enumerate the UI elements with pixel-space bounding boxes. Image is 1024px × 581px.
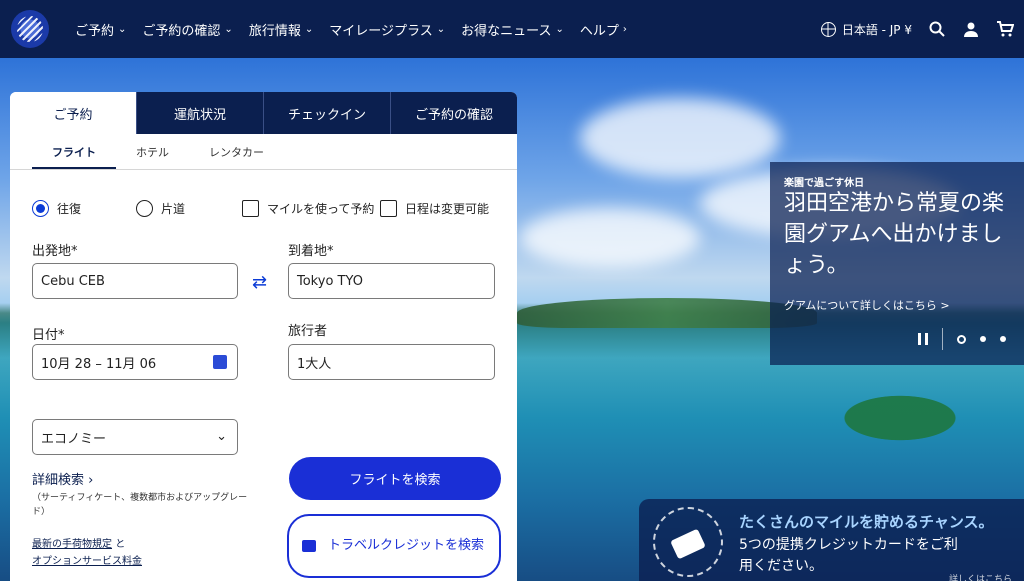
carousel-dot[interactable] — [980, 336, 986, 342]
user-icon[interactable] — [962, 20, 980, 38]
chevron-down-icon: ⌄ — [555, 23, 564, 35]
chevron-down-icon: ⌄ — [436, 23, 446, 35]
nav-travel-info[interactable]: 旅行情報 ⌄ — [241, 20, 321, 39]
carousel-controls — [918, 328, 1006, 350]
search-icon[interactable] — [928, 20, 946, 38]
checkbox-icon — [380, 200, 397, 217]
radio-icon — [136, 200, 153, 217]
chevron-down-icon: ⌄ — [304, 23, 314, 35]
date-label: 日付* — [32, 328, 65, 343]
subtab-car[interactable]: レンタカー — [189, 144, 284, 169]
language-selector[interactable]: 日本語 - JP ¥ — [820, 21, 912, 38]
radio-selected-icon — [32, 200, 49, 217]
roundtrip-radio[interactable]: 往復 — [32, 200, 81, 217]
subtab-flight[interactable]: フライト — [32, 144, 116, 169]
cart-icon[interactable] — [996, 20, 1014, 38]
nav-mileageplus[interactable]: マイレージプラス ⌄ — [321, 20, 453, 39]
subtab-hotel[interactable]: ホテル — [116, 144, 189, 169]
tab-flight-status[interactable]: 運航状況 — [136, 92, 263, 134]
to-label: 到着地* — [288, 244, 334, 259]
to-input[interactable]: Tokyo TYO — [288, 263, 495, 299]
globe-logo-icon[interactable] — [11, 10, 49, 48]
wallet-icon — [302, 540, 316, 552]
booking-subtabs: フライト ホテル レンタカー — [10, 144, 517, 170]
checkbox-icon — [242, 200, 259, 217]
divider — [942, 328, 943, 350]
credit-card-icon — [653, 507, 723, 577]
top-navigation: ご予約 ⌄ ご予約の確認 ⌄ 旅行情報 ⌄ マイレージプラス ⌄ お得なニュース ⌄ ヘル… — [0, 0, 1024, 58]
search-flights-button[interactable]: フライトを検索 — [289, 457, 501, 500]
header-utilities: 日本語 - JP ¥ — [820, 0, 1014, 58]
from-input[interactable]: Cebu CEB — [32, 263, 238, 299]
travel-credit-button[interactable]: トラベルクレジットを検索 — [287, 514, 501, 578]
promo-panel: 楽園で過ごす休日 羽田空港から常夏の楽園グアムへ出かけましょう。 グアムについて… — [770, 162, 1024, 365]
nav-help[interactable]: ヘルプ › — [572, 20, 635, 39]
main-menu: ご予約 ⌄ ご予約の確認 ⌄ 旅行情報 ⌄ マイレージプラス ⌄ お得なニュース ⌄ ヘル… — [67, 20, 635, 39]
cabin-select[interactable]: エコノミー ⌄ — [32, 419, 238, 455]
cc-promo-text: 5つの提携クレジットカードをご利用ください。 — [739, 537, 958, 574]
optional-fees-link[interactable]: オプションサービス料金 — [32, 556, 142, 567]
booking-card: ご予約 運航状況 チェックイン ご予約の確認 フライト ホテル レンタカー 往復… — [10, 92, 517, 581]
calendar-icon — [213, 355, 227, 369]
policy-links: 最新の手荷物規定 と オプションサービス料金 — [32, 539, 142, 567]
cc-promo-title: たくさんのマイルを貯めるチャンス。 — [739, 513, 994, 531]
use-miles-checkbox[interactable]: マイルを使って予約 — [242, 200, 374, 217]
chevron-down-icon: ⌄ — [118, 23, 127, 35]
nav-reservations[interactable]: ご予約 ⌄ — [67, 20, 134, 39]
booking-tabs: ご予約 運航状況 チェックイン ご予約の確認 — [10, 92, 517, 134]
advanced-search-note: （サーティフィケート、複数都市およびアップグレード） — [32, 493, 248, 517]
cloud — [580, 98, 780, 178]
travelers-input[interactable]: 1大人 — [288, 344, 495, 380]
chevron-right-icon: > — [940, 299, 950, 312]
carousel-dot[interactable] — [957, 334, 966, 344]
tab-checkin[interactable]: チェックイン — [263, 92, 390, 134]
cc-promo-link[interactable]: 詳しくはこちら — [949, 572, 1012, 581]
baggage-policy-link[interactable]: 最新の手荷物規定 — [32, 539, 112, 550]
promo-title: 羽田空港から常夏の楽園グアムへ出かけましょう。 — [784, 191, 1005, 279]
from-label: 出発地* — [32, 244, 78, 259]
chevron-down-icon: ⌄ — [216, 429, 227, 444]
swap-icon[interactable]: ⇄ — [252, 272, 274, 294]
chevron-right-icon: › — [622, 23, 627, 35]
tab-reserve[interactable]: ご予約 — [10, 92, 136, 134]
pause-icon[interactable] — [918, 333, 928, 345]
chevron-down-icon: ⌄ — [224, 23, 233, 35]
advanced-search-link[interactable]: 詳細検索 › — [32, 469, 93, 488]
travelers-label: 旅行者 — [288, 324, 328, 339]
tab-my-trips[interactable]: ご予約の確認 — [390, 92, 517, 134]
chevron-right-icon: › — [88, 473, 94, 488]
trip-options: 往復 片道 マイルを使って予約 日程は変更可能 — [32, 200, 497, 220]
nav-deals[interactable]: お得なニュース ⌄ — [453, 20, 572, 39]
oneway-radio[interactable]: 片道 — [136, 200, 185, 217]
credit-card-promo[interactable]: たくさんのマイルを貯めるチャンス。 5つの提携クレジットカードをご利用ください。… — [639, 499, 1024, 581]
date-input[interactable]: 10月 28 – 11月 06 — [32, 344, 238, 380]
carousel-dot[interactable] — [1000, 336, 1006, 342]
globe-icon — [820, 21, 836, 37]
cloud — [520, 208, 700, 268]
promo-kicker: 楽園で過ごす休日 — [784, 178, 865, 189]
promo-link[interactable]: グアムについて詳しくはこちら > — [784, 297, 950, 313]
flexible-dates-checkbox[interactable]: 日程は変更可能 — [380, 200, 489, 217]
nav-manage-booking[interactable]: ご予約の確認 ⌄ — [134, 20, 240, 39]
